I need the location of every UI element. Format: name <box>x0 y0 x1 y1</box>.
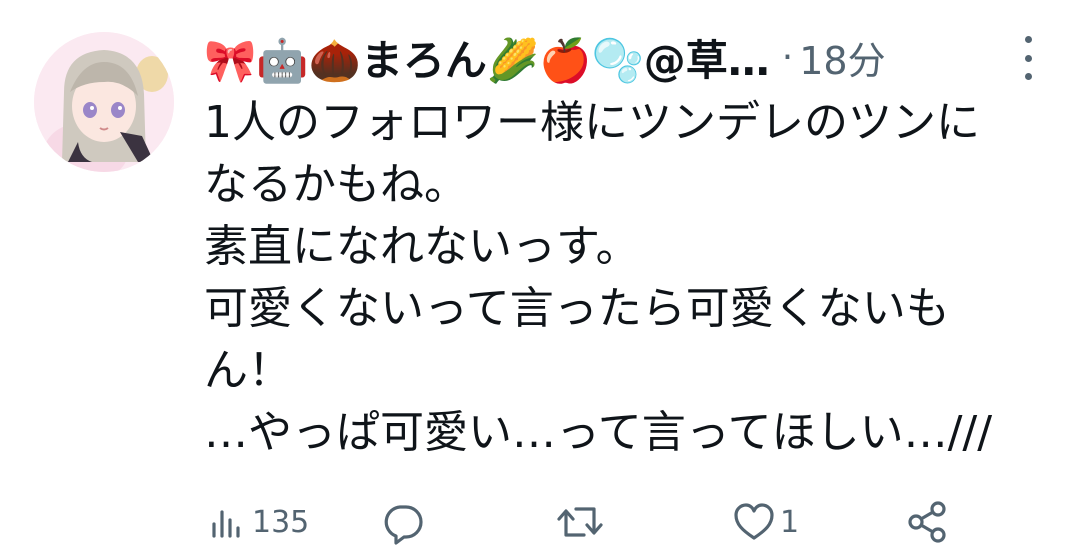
views-count: 135 <box>252 504 310 540</box>
dot-icon <box>1024 73 1032 80</box>
tweet-text-line: 可愛くないって言ったら可愛くないも <box>204 283 950 334</box>
tweet-text-line: 素直になれないっす。 <box>204 221 640 272</box>
tweet-text-line: …やっぱ可愛い…って言ってほしい…/// <box>204 407 993 458</box>
tweet-text-line: 1人のフォロワー様にツンデレのツンに <box>204 97 980 148</box>
tweet-header: 🎀🤖🌰まろん🌽🍎🫧@草… · 18分 <box>204 24 886 90</box>
separator-dot: · <box>781 36 794 78</box>
avatar-image <box>34 32 174 172</box>
timestamp[interactable]: 18分 <box>799 30 885 85</box>
views-button[interactable]: 135 <box>208 496 309 548</box>
heart-icon <box>734 503 774 540</box>
views-icon <box>212 510 240 538</box>
avatar[interactable] <box>34 32 174 172</box>
like-count: 1 <box>780 504 800 540</box>
tweet-text-line: なるかもね。 <box>204 159 468 210</box>
display-name[interactable]: 🎀🤖🌰まろん🌽🍎🫧@草… <box>204 27 770 88</box>
share-button[interactable] <box>904 496 954 548</box>
tweet-text-line: ん！ <box>204 345 292 396</box>
tweet-text: 1人のフォロワー様にツンデレのツンに なるかもね。 素直になれないっす。 可愛く… <box>204 92 1064 464</box>
dot-icon <box>1024 36 1032 43</box>
reply-button[interactable] <box>380 496 430 548</box>
action-bar: 135 1 <box>204 496 1054 548</box>
dot-icon <box>1024 54 1032 62</box>
retweet-icon <box>557 507 603 537</box>
like-button[interactable]: 1 <box>732 496 799 548</box>
retweet-button[interactable] <box>556 496 608 548</box>
tweet[interactable]: 🎀🤖🌰まろん🌽🍎🫧@草… · 18分 1人のフォロワー様にツンデレのツンに なる… <box>0 0 1080 557</box>
more-options-icon[interactable] <box>1016 36 1040 80</box>
reply-icon <box>384 505 423 545</box>
share-icon <box>908 501 946 543</box>
